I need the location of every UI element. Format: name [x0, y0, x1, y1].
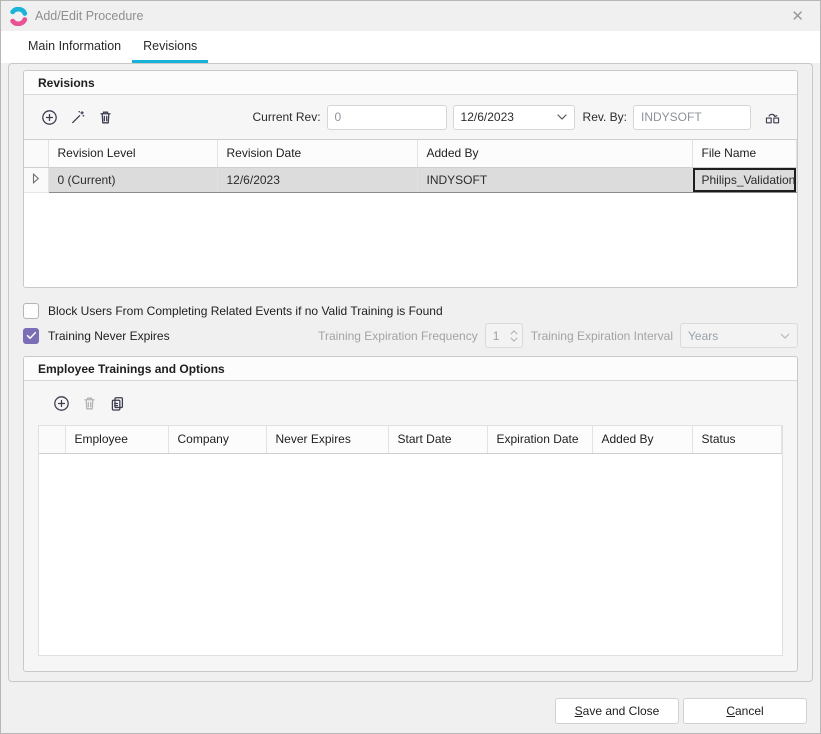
add-revision-button[interactable] — [36, 104, 62, 130]
delete-employee-training-button[interactable] — [76, 390, 102, 416]
revisions-table-area: Revision Level Revision Date Added By Fi… — [24, 139, 797, 287]
current-rev-label: Current Rev: — [253, 110, 321, 124]
revisions-groupbox-title: Revisions — [24, 71, 797, 95]
compare-revisions-icon[interactable] — [759, 104, 785, 130]
revisions-table: Revision Level Revision Date Added By Fi… — [24, 140, 797, 193]
block-users-checkbox[interactable] — [23, 303, 39, 319]
employee-trainings-title: Employee Trainings and Options — [24, 357, 797, 381]
training-never-expires-label: Training Never Expires — [48, 329, 170, 343]
chevron-down-icon — [780, 333, 790, 339]
copy-employee-training-button[interactable] — [104, 390, 130, 416]
app-logo-icon — [9, 7, 28, 26]
edit-revision-wand-button[interactable] — [64, 104, 90, 130]
column-header[interactable]: Start Date — [388, 426, 487, 453]
checkmark-icon — [26, 331, 37, 340]
tab-bar: Main Information Revisions — [1, 31, 820, 63]
block-users-option: Block Users From Completing Related Even… — [23, 298, 798, 323]
column-header[interactable]: File Name — [692, 140, 797, 167]
close-icon[interactable]: ✕ — [785, 7, 810, 26]
spinner-chevrons-icon[interactable] — [510, 330, 518, 342]
dialog-footer: Save and Close Cancel — [1, 682, 820, 733]
save-and-close-button[interactable]: Save and Close — [555, 698, 679, 724]
table-row[interactable]: 0 (Current) 12/6/2023 INDYSOFT Philips_V… — [24, 167, 797, 192]
training-options: Block Users From Completing Related Even… — [9, 288, 812, 348]
cell-file-name[interactable]: Philips_Validation_T — [692, 167, 797, 192]
cell-revision-date[interactable]: 12/6/2023 — [217, 167, 417, 192]
block-users-label: Block Users From Completing Related Even… — [48, 304, 443, 318]
cell-revision-level[interactable]: 0 (Current) — [48, 167, 217, 192]
tab-revisions[interactable]: Revisions — [132, 31, 208, 63]
rev-date-dropdown[interactable]: 12/6/2023 — [453, 105, 575, 130]
cell-added-by[interactable]: INDYSOFT — [417, 167, 692, 192]
employee-table-area: Employee Company Never Expires Start Dat… — [38, 425, 783, 656]
interval-value: Years — [688, 329, 718, 343]
revisions-toolbar: Current Rev: 0 12/6/2023 Rev. By: INDYSO… — [24, 95, 797, 139]
column-header[interactable]: Added By — [592, 426, 692, 453]
training-expiration-frequency-stepper[interactable]: 1 — [485, 323, 523, 348]
column-header[interactable]: Added By — [417, 140, 692, 167]
training-never-expires-option: Training Never Expires Training Expirati… — [23, 323, 798, 348]
column-header[interactable]: Status — [692, 426, 782, 453]
title-bar: Add/Edit Procedure ✕ — [1, 1, 820, 31]
training-expiration-interval-dropdown[interactable]: Years — [680, 323, 798, 348]
column-header[interactable]: Revision Date — [217, 140, 417, 167]
training-never-expires-checkbox[interactable] — [23, 328, 39, 344]
revisions-groupbox: Revisions Current Rev: 0 12/6/2023 — [23, 70, 798, 288]
employee-table-header: Employee Company Never Expires Start Dat… — [39, 426, 782, 453]
column-header[interactable]: Revision Level — [48, 140, 217, 167]
row-selector-header — [24, 140, 48, 167]
training-expiration-frequency-label: Training Expiration Frequency — [318, 329, 478, 343]
window-title: Add/Edit Procedure — [35, 9, 143, 23]
employee-toolbar — [24, 381, 797, 425]
column-header[interactable]: Company — [168, 426, 266, 453]
row-selector-header — [39, 426, 65, 453]
revisions-table-header: Revision Level Revision Date Added By Fi… — [24, 140, 797, 167]
add-edit-procedure-dialog: Add/Edit Procedure ✕ Main Information Re… — [0, 0, 821, 734]
column-header[interactable]: Employee — [65, 426, 168, 453]
employee-table: Employee Company Never Expires Start Dat… — [39, 426, 782, 454]
column-header[interactable]: Expiration Date — [487, 426, 592, 453]
add-employee-training-button[interactable] — [48, 390, 74, 416]
tab-main-information[interactable]: Main Information — [17, 31, 132, 63]
expand-row-icon[interactable] — [32, 173, 40, 187]
cancel-button[interactable]: Cancel — [683, 698, 807, 724]
chevron-down-icon — [557, 114, 567, 120]
current-rev-input[interactable]: 0 — [327, 105, 447, 130]
employee-trainings-groupbox: Employee Trainings and Options — [23, 356, 798, 672]
column-header[interactable]: Never Expires — [266, 426, 388, 453]
delete-revision-button[interactable] — [92, 104, 118, 130]
row-expand-cell[interactable] — [24, 167, 48, 192]
training-expiration-interval-label: Training Expiration Interval — [531, 329, 673, 343]
revisions-tab-content: Revisions Current Rev: 0 12/6/2023 — [8, 63, 813, 682]
rev-by-input[interactable]: INDYSOFT — [633, 105, 751, 130]
frequency-value: 1 — [493, 329, 500, 343]
rev-by-label: Rev. By: — [583, 110, 627, 124]
rev-date-value: 12/6/2023 — [461, 110, 514, 124]
